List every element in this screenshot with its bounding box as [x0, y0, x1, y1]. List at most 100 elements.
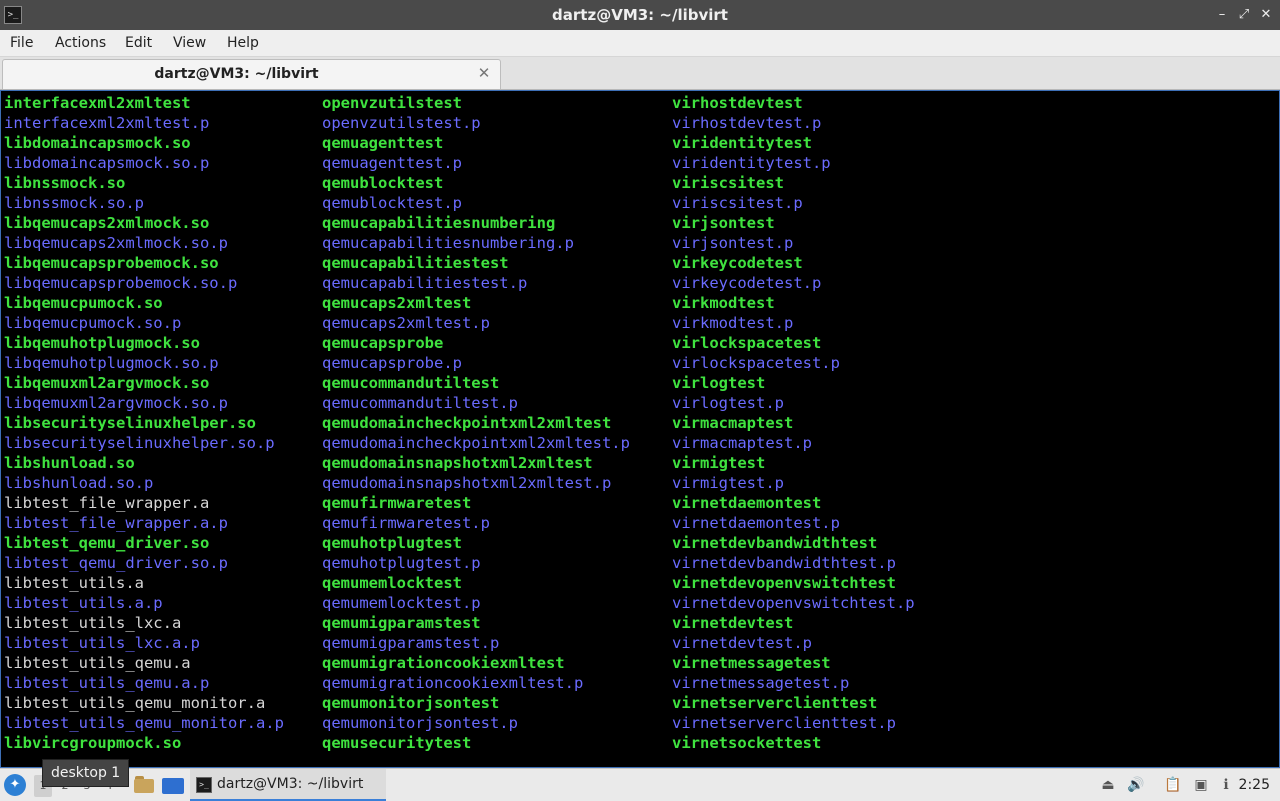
close-window-icon[interactable]: ✕	[1256, 5, 1276, 25]
directory-entry: virlogtest.p	[672, 394, 784, 412]
file-entry: virlogtest	[672, 374, 766, 392]
directory-entry: libtest_qemu_driver.so.p	[4, 554, 228, 572]
file-entry: virnetserverclienttest	[672, 694, 878, 712]
menu-actions[interactable]: Actions	[55, 30, 106, 56]
file-entry: virjsontest	[672, 214, 775, 232]
directory-entry: viridentitytest.p	[672, 154, 831, 172]
tab-bar: dartz@VM3: ~/libvirt ✕	[0, 57, 1280, 90]
directory-entry: virlockspacetest.p	[672, 354, 840, 372]
directory-entry: libtest_utils_qemu_monitor.a.p	[4, 714, 284, 732]
listing-column-2: openvzutilstest openvzutilstest.p qemuagen…	[322, 93, 630, 753]
clock[interactable]: 2:25	[1239, 769, 1270, 801]
directory-entry: virnetdevbandwidthtest.p	[672, 554, 896, 572]
display-icon[interactable]: ▣	[1191, 775, 1211, 795]
directory-entry: qemumemlocktest.p	[322, 594, 481, 612]
directory-entry: libnssmock.so.p	[4, 194, 144, 212]
file-entry: qemublocktest	[322, 174, 444, 192]
directory-entry: libshunload.so.p	[4, 474, 154, 492]
file-manager-icon[interactable]	[134, 775, 154, 795]
minimize-icon[interactable]: –	[1212, 5, 1232, 25]
directory-entry: qemudomaincheckpointxml2xmltest.p	[322, 434, 630, 452]
maximize-icon[interactable]: ⤢	[1234, 5, 1254, 25]
directory-entry: libqemucapsprobemock.so.p	[4, 274, 238, 292]
listing-column-3: virhostdevtest virhostdevtest.p viridentit…	[672, 93, 915, 753]
title-bar: >_ dartz@VM3: ~/libvirt – ⤢ ✕	[0, 0, 1280, 30]
directory-entry: libdomaincapsmock.so.p	[4, 154, 210, 172]
file-entry: qemucapabilitiestest	[322, 254, 509, 272]
directory-entry: qemudomainsnapshotxml2xmltest.p	[322, 474, 612, 492]
file-entry: virnetdevopenvswitchtest	[672, 574, 896, 592]
file-entry: qemucommandutiltest	[322, 374, 500, 392]
directory-entry: interfacexml2xmltest.p	[4, 114, 210, 132]
directory-entry: virjsontest.p	[672, 234, 794, 252]
task-label: dartz@VM3: ~/libvirt	[217, 776, 364, 792]
tab-terminal[interactable]: dartz@VM3: ~/libvirt ✕	[2, 59, 501, 89]
directory-entry: virmacmaptest.p	[672, 434, 812, 452]
file-entry: libdomaincapsmock.so	[4, 134, 191, 152]
file-entry: libqemucapsprobemock.so	[4, 254, 219, 272]
directory-entry: qemuagenttest.p	[322, 154, 462, 172]
tab-label: dartz@VM3: ~/libvirt	[154, 66, 319, 82]
web-browser-icon[interactable]	[162, 775, 184, 795]
directory-entry: qemucapabilitiestest.p	[322, 274, 528, 292]
file-entry: qemumemlocktest	[322, 574, 462, 592]
volume-icon[interactable]: 🔊	[1126, 775, 1146, 795]
menu-file[interactable]: File	[10, 30, 33, 56]
file-entry: libqemucaps2xmlmock.so	[4, 214, 210, 232]
menu-help[interactable]: Help	[227, 30, 259, 56]
directory-entry: qemucaps2xmltest.p	[322, 314, 490, 332]
directory-entry: qemumigparamstest.p	[322, 634, 500, 652]
directory-entry: libqemuhotplugmock.so.p	[4, 354, 219, 372]
start-menu-icon[interactable]: ✦	[4, 774, 26, 796]
directory-entry: virkmodtest.p	[672, 314, 794, 332]
file-entry: qemudomaincheckpointxml2xmltest	[322, 414, 612, 432]
taskbar: ✦ 1 2 3 4 >_ dartz@VM3: ~/libvirt ⏏ 🔊 📋 …	[0, 768, 1280, 801]
directory-entry: libqemucpumock.so.p	[4, 314, 182, 332]
directory-entry: viriscsitest.p	[672, 194, 803, 212]
file-entry: virnetsockettest	[672, 734, 822, 752]
file-entry: virkmodtest	[672, 294, 775, 312]
directory-entry: virnetserverclienttest.p	[672, 714, 896, 732]
terminal-output[interactable]: interfacexml2xmltest interfacexml2xmltest…	[0, 90, 1280, 768]
directory-entry: openvzutilstest.p	[322, 114, 481, 132]
directory-entry: qemuhotplugtest.p	[322, 554, 481, 572]
file-entry: qemumonitorjsontest	[322, 694, 500, 712]
directory-entry: libqemuxml2argvmock.so.p	[4, 394, 228, 412]
window-title: dartz@VM3: ~/libvirt	[552, 6, 728, 24]
directory-entry: qemucapsprobe.p	[322, 354, 462, 372]
file-entry: libtest_file_wrapper.a	[4, 494, 210, 512]
file-entry: libvircgroupmock.so	[4, 734, 182, 752]
menu-view[interactable]: View	[173, 30, 206, 56]
directory-entry: qemumonitorjsontest.p	[322, 714, 518, 732]
directory-entry: libtest_file_wrapper.a.p	[4, 514, 228, 532]
notification-icon[interactable]: ℹ	[1216, 775, 1236, 795]
removable-media-icon[interactable]: ⏏	[1098, 775, 1118, 795]
clipboard-icon[interactable]: 📋	[1163, 775, 1183, 795]
file-entry: virmigtest	[672, 454, 766, 472]
file-entry: qemumigparamstest	[322, 614, 481, 632]
close-icon[interactable]: ✕	[476, 65, 492, 81]
directory-entry: qemufirmwaretest.p	[322, 514, 490, 532]
file-entry: libnssmock.so	[4, 174, 126, 192]
file-entry: libqemucpumock.so	[4, 294, 163, 312]
file-entry: virnetdevbandwidthtest	[672, 534, 878, 552]
file-entry: viridentitytest	[672, 134, 812, 152]
directory-entry: virnetdevtest.p	[672, 634, 812, 652]
directory-entry: libtest_utils_qemu.a.p	[4, 674, 210, 692]
file-entry: qemuagenttest	[322, 134, 444, 152]
file-entry: libtest_utils_qemu_monitor.a	[4, 694, 266, 712]
file-entry: qemucaps2xmltest	[322, 294, 472, 312]
directory-entry: libtest_utils.a.p	[4, 594, 163, 612]
file-entry: qemucapabilitiesnumbering	[322, 214, 556, 232]
file-entry: libtest_utils_lxc.a	[4, 614, 182, 632]
menu-edit[interactable]: Edit	[125, 30, 152, 56]
terminal-icon: >_	[196, 777, 212, 793]
file-entry: qemusecuritytest	[322, 734, 472, 752]
taskbar-task-terminal[interactable]: >_ dartz@VM3: ~/libvirt	[190, 769, 386, 801]
directory-entry: virmigtest.p	[672, 474, 784, 492]
file-entry: openvzutilstest	[322, 94, 462, 112]
directory-entry: virnetmessagetest.p	[672, 674, 850, 692]
directory-entry: virkeycodetest.p	[672, 274, 822, 292]
file-entry: libtest_utils_qemu.a	[4, 654, 191, 672]
file-entry: virlockspacetest	[672, 334, 822, 352]
